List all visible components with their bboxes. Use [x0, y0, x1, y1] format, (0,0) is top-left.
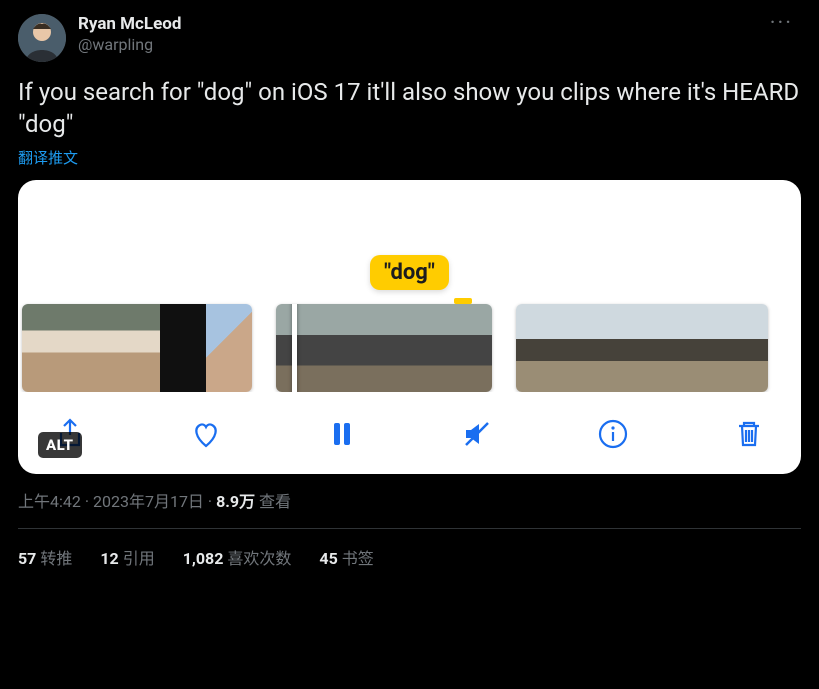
clip-thumbnail[interactable]	[276, 304, 492, 392]
tweet-stats: 57转推 12引用 1,082喜欢次数 45书签	[18, 529, 801, 569]
tweet-container: Ryan McLeod @warpling ··· If you search …	[0, 0, 819, 569]
stat-retweets[interactable]: 57转推	[18, 545, 72, 569]
clip-thumbnail[interactable]	[22, 304, 252, 392]
user-handle: @warpling	[78, 35, 750, 54]
stat-bookmarks[interactable]: 45书签	[319, 545, 373, 569]
more-icon[interactable]: ···	[762, 14, 801, 34]
tweet-header: Ryan McLeod @warpling ···	[18, 14, 801, 62]
heart-icon[interactable]	[188, 416, 224, 452]
tweet-meta[interactable]: 上午4:42 · 2023年7月17日 · 8.9万 查看	[18, 488, 801, 529]
stat-likes[interactable]: 1,082喜欢次数	[183, 545, 292, 569]
tweet-date: 2023年7月17日	[93, 492, 204, 511]
user-block[interactable]: Ryan McLeod @warpling	[78, 14, 750, 54]
alt-badge[interactable]: ALT	[38, 432, 82, 458]
display-name: Ryan McLeod	[78, 14, 750, 34]
caption-badge: "dog"	[370, 255, 449, 290]
clip-thumbnail[interactable]	[516, 304, 768, 392]
avatar[interactable]	[18, 14, 66, 62]
timeline-marker	[454, 298, 472, 304]
tweet-time: 上午4:42	[18, 492, 81, 511]
info-icon[interactable]	[595, 416, 631, 452]
caption-badge-wrap: "dog"	[18, 255, 801, 290]
stat-quotes[interactable]: 12引用	[100, 545, 154, 569]
views-label: 查看	[259, 492, 291, 511]
media-card[interactable]: "dog"	[18, 180, 801, 474]
media-toolbar	[18, 392, 801, 474]
trash-icon[interactable]	[731, 416, 767, 452]
playhead[interactable]	[292, 304, 297, 392]
mute-icon[interactable]	[459, 416, 495, 452]
pause-icon[interactable]	[324, 416, 360, 452]
translate-link[interactable]: 翻译推文	[18, 147, 78, 168]
views-count: 8.9万	[216, 492, 255, 511]
tweet-text: If you search for "dog" on iOS 17 it'll …	[18, 76, 801, 141]
